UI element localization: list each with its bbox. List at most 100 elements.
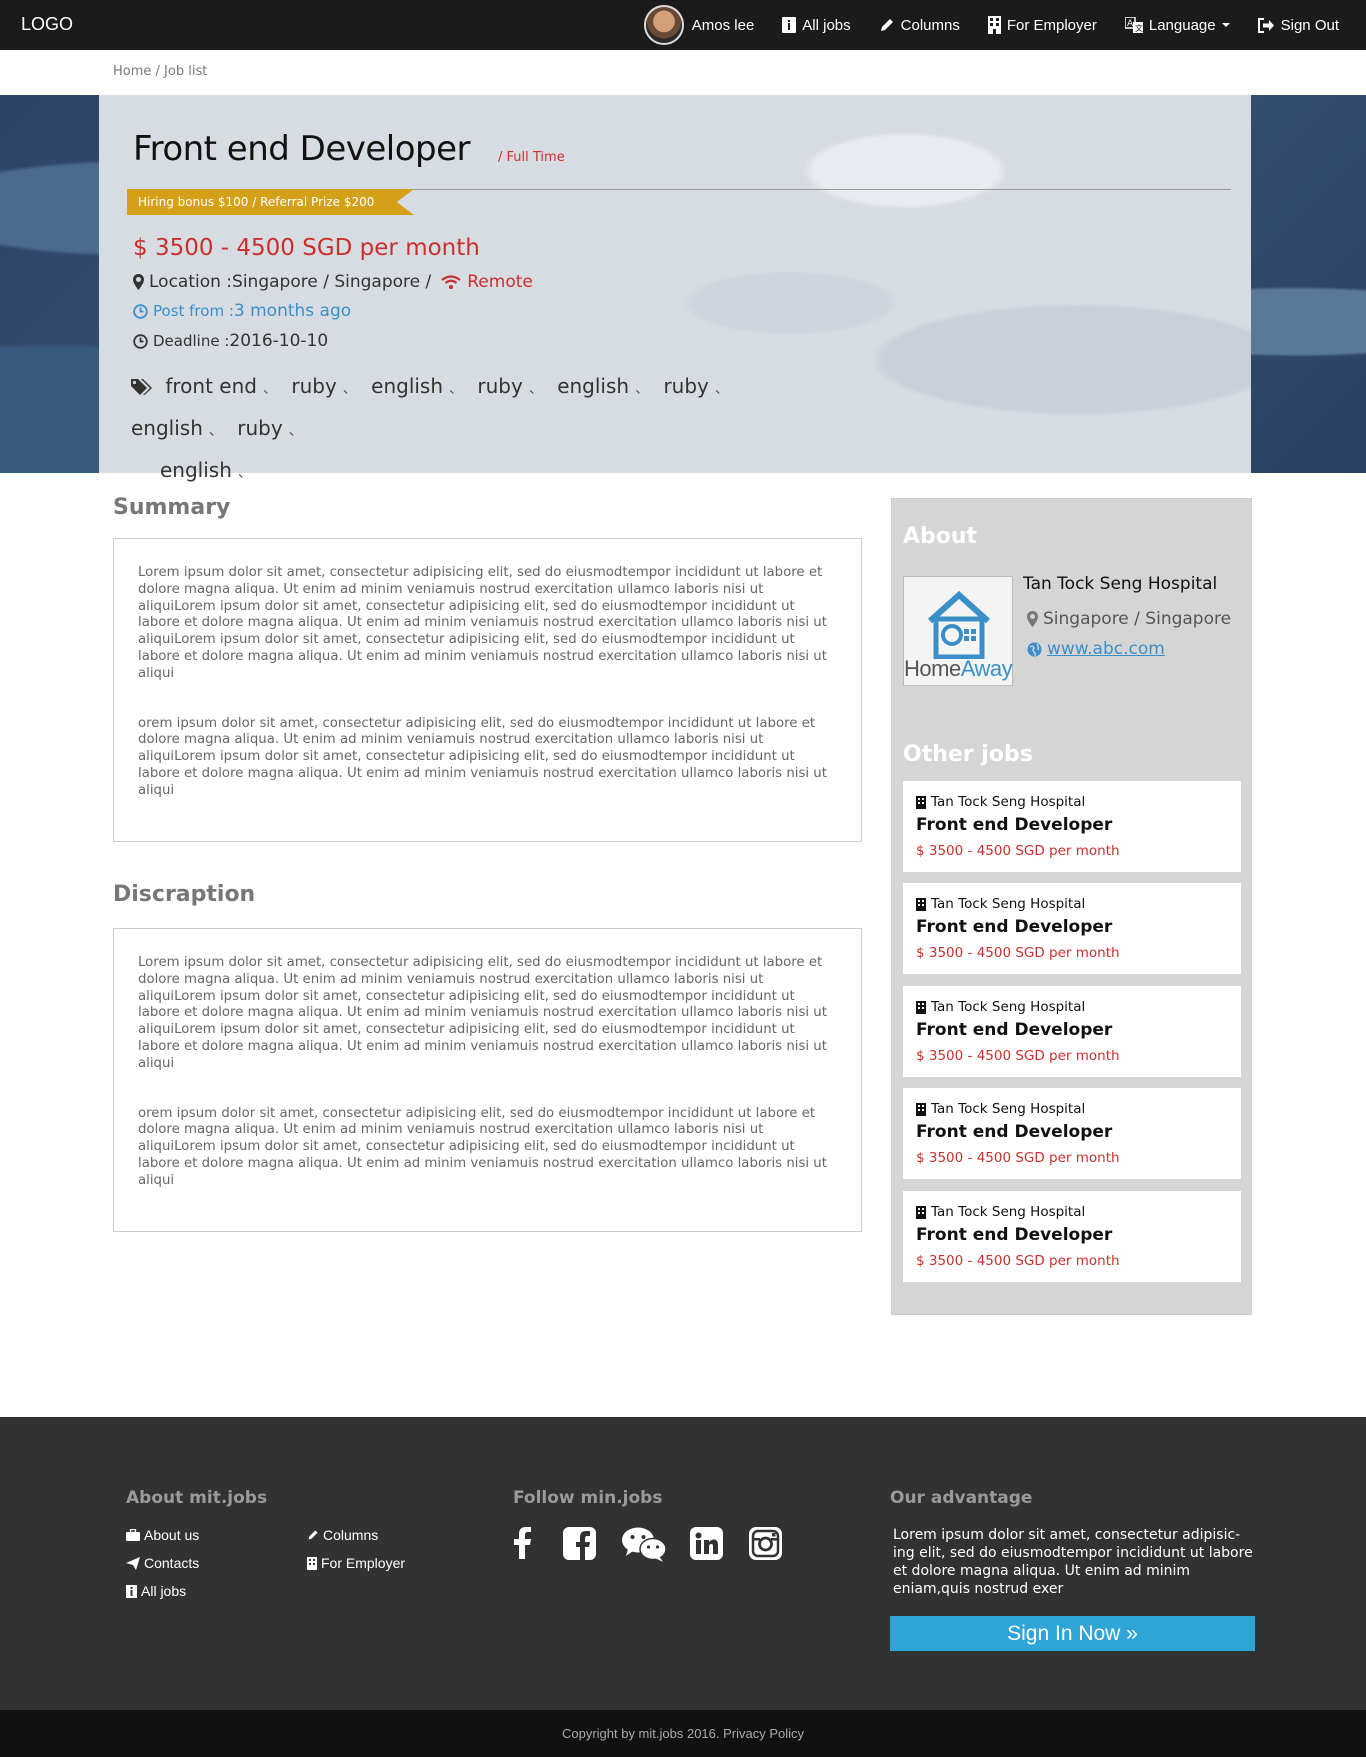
map-marker-icon [1027, 611, 1038, 627]
description-box: Lorem ipsum dolor sit amet, consectetur … [113, 928, 862, 1232]
sign-out-label: Sign Out [1280, 16, 1339, 34]
building-icon [916, 1102, 926, 1116]
description-heading: Discraption [113, 882, 256, 907]
tag[interactable]: english、 [557, 374, 649, 398]
job-post-date: Post from : 3 months ago [133, 301, 351, 321]
other-jobs-heading: Other jobs [903, 742, 1033, 767]
company-name[interactable]: Tan Tock Seng Hospital [1023, 574, 1217, 594]
other-job-card[interactable]: Tan Tock Seng Hospital Front end Develop… [903, 883, 1241, 974]
description-paragraph: orem ipsum dolor sit amet, consectetur a… [138, 1105, 827, 1188]
briefcase-icon [126, 1529, 140, 1541]
job-hero-panel: Front end Developer / Full Time Hiring b… [99, 95, 1251, 482]
map-marker-icon [133, 274, 144, 290]
job-hero-banner: Front end Developer / Full Time Hiring b… [0, 95, 1366, 482]
nav-menu: Amos lee All jobs Columns For Employer A… [643, 0, 1339, 50]
tag[interactable]: front end、 [165, 374, 277, 398]
job-card-company: Tan Tock Seng Hospital [916, 999, 1085, 1015]
instagram-icon[interactable] [749, 1527, 782, 1564]
deadline-value: 2016-10-10 [229, 331, 329, 351]
footer-link-columns[interactable]: Columns [307, 1527, 378, 1543]
site-logo[interactable]: LOGO [21, 14, 73, 35]
job-card-title: Front end Developer [916, 1122, 1113, 1142]
tags-icon [131, 370, 155, 409]
house-icon [927, 591, 991, 659]
summary-paragraph: orem ipsum dolor sit amet, consectetur a… [138, 715, 827, 798]
chevron-down-icon [1221, 23, 1230, 27]
job-deadline: Deadline : 2016-10-10 [133, 331, 328, 351]
other-job-card[interactable]: Tan Tock Seng Hospital Front end Develop… [903, 1191, 1241, 1282]
building-icon [916, 1000, 926, 1014]
job-card-company: Tan Tock Seng Hospital [916, 1204, 1085, 1220]
wechat-icon[interactable] [622, 1527, 667, 1566]
job-card-salary: $ 3500 - 4500 SGD per month [916, 1253, 1120, 1269]
tag[interactable]: english、 [371, 374, 463, 398]
tag[interactable]: english、 [131, 416, 223, 440]
other-job-card[interactable]: Tan Tock Seng Hospital Front end Develop… [903, 1088, 1241, 1179]
location-value: Singapore / Singapore / [232, 272, 432, 292]
tag[interactable]: ruby、 [291, 374, 356, 398]
building-icon [916, 795, 926, 809]
tag[interactable]: english、 [160, 458, 252, 482]
footer-link-for-employer[interactable]: For Employer [307, 1555, 405, 1571]
globe-icon [1027, 642, 1042, 657]
nav-columns-label: Columns [900, 16, 960, 34]
job-card-title: Front end Developer [916, 1020, 1113, 1040]
company-website-text: www.abc.com [1047, 639, 1165, 659]
avatar[interactable] [643, 5, 684, 45]
svg-text:A: A [1127, 19, 1134, 29]
company-website-link[interactable]: www.abc.com [1027, 639, 1165, 659]
sign-out-button[interactable]: Sign Out [1257, 16, 1339, 34]
nav-columns[interactable]: Columns [879, 17, 960, 34]
footer-link-contacts[interactable]: Contacts [126, 1555, 199, 1571]
tag[interactable]: ruby、 [477, 374, 542, 398]
job-card-salary: $ 3500 - 4500 SGD per month [916, 1048, 1120, 1064]
sign-out-icon [1257, 17, 1275, 33]
breadcrumb-current[interactable]: Job list [164, 64, 207, 79]
pencil-icon [307, 1529, 319, 1541]
breadcrumb-separator: / [151, 64, 165, 79]
summary-box: Lorem ipsum dolor sit amet, consectetur … [113, 538, 862, 842]
building-icon [987, 16, 1001, 34]
footer: About mit.jobs About us Contacts All job… [0, 1417, 1366, 1710]
wifi-icon [441, 275, 461, 289]
nav-all-jobs[interactable]: All jobs [782, 17, 851, 34]
sidebar: About HomeAway Tan Tock Seng Hospital Si… [891, 498, 1252, 1315]
nav-for-employer[interactable]: For Employer [987, 16, 1097, 34]
facebook-icon[interactable] [513, 1527, 531, 1563]
language-dropdown[interactable]: A文 Language [1124, 16, 1230, 34]
user-menu[interactable]: Amos lee [643, 5, 754, 45]
company-location: Singapore / Singapore [1027, 609, 1231, 629]
footer-link-about-us[interactable]: About us [126, 1527, 199, 1543]
remote-badge: Remote [441, 272, 533, 292]
other-job-card[interactable]: Tan Tock Seng Hospital Front end Develop… [903, 781, 1241, 872]
copyright-bar: Copyright by mit.jobs 2016. Privacy Poli… [0, 1710, 1366, 1757]
facebook-square-icon[interactable] [563, 1527, 596, 1564]
sign-in-now-button[interactable]: Sign In Now » [890, 1616, 1255, 1651]
pencil-icon [879, 17, 895, 33]
deadline-label: Deadline : [153, 332, 230, 350]
description-paragraph: Lorem ipsum dolor sit amet, consectetur … [138, 955, 827, 1071]
remote-label: Remote [467, 272, 533, 292]
footer-link-all-jobs[interactable]: All jobs [126, 1583, 186, 1599]
summary-paragraph: Lorem ipsum dolor sit amet, consectetur … [138, 565, 827, 681]
clock-icon [133, 333, 148, 349]
post-label: Post from : [153, 302, 234, 320]
job-card-title: Front end Developer [916, 1225, 1113, 1245]
location-label: Location : [149, 272, 233, 292]
svg-text:文: 文 [1135, 23, 1143, 33]
language-label: Language [1148, 16, 1216, 34]
breadcrumb-home[interactable]: Home [113, 64, 151, 79]
tag[interactable]: ruby、 [663, 374, 728, 398]
navbar: LOGO Amos lee All jobs Columns For Emplo… [0, 0, 1366, 50]
other-job-card[interactable]: Tan Tock Seng Hospital Front end Develop… [903, 986, 1241, 1077]
tag[interactable]: ruby、 [237, 416, 302, 440]
company-logo[interactable]: HomeAway [903, 576, 1013, 686]
building-icon [916, 897, 926, 911]
page-title: Front end Developer [133, 129, 471, 169]
clock-icon [133, 303, 148, 319]
summary-heading: Summary [113, 495, 231, 520]
job-type: / Full Time [498, 150, 565, 165]
post-value: 3 months ago [233, 301, 352, 321]
linkedin-icon[interactable] [690, 1527, 723, 1564]
copyright-text[interactable]: Copyright by mit.jobs 2016. Privacy Poli… [562, 1726, 804, 1741]
